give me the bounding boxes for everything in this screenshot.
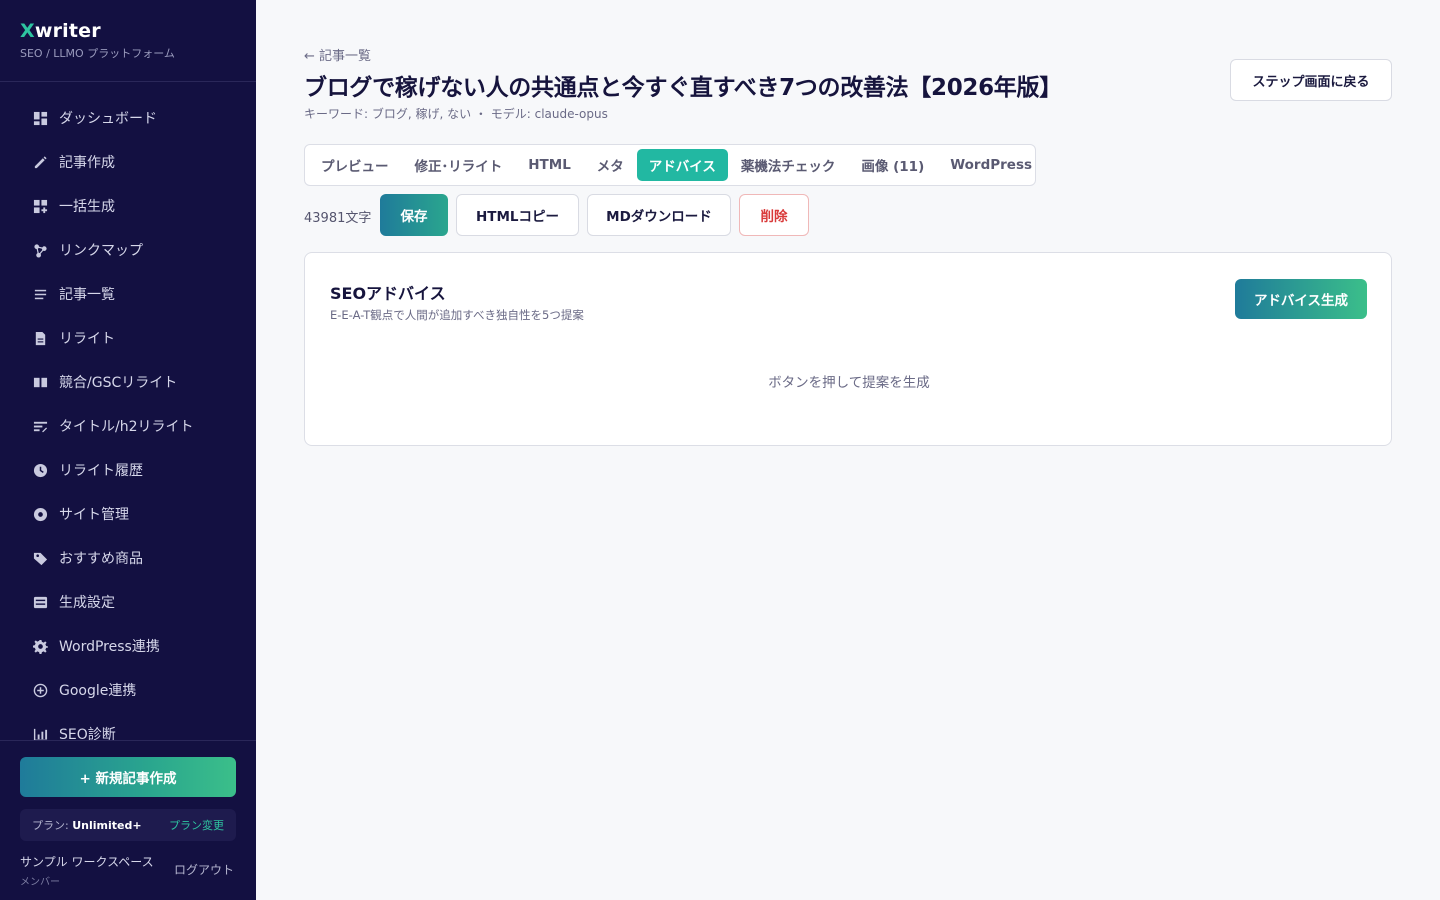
plan-box: プラン: Unlimited+ プラン変更 xyxy=(20,809,236,841)
document-icon xyxy=(32,330,48,346)
sidebar-item-label: 競合/GSCリライト xyxy=(59,375,178,391)
plus-circle-icon xyxy=(32,682,48,698)
sidebar-item-rewrite-history[interactable]: リライト履歴 xyxy=(0,448,256,492)
sidebar-item-title-h2-rewrite[interactable]: タイトル/h2リライト xyxy=(0,404,256,448)
sidebar-item-wordpress-integration[interactable]: WordPress連携 xyxy=(0,624,256,668)
title-edit-icon xyxy=(32,418,48,434)
save-button[interactable]: 保存 xyxy=(380,194,448,236)
md-download-button[interactable]: MDダウンロード xyxy=(587,194,731,236)
new-article-button[interactable]: + 新規記事作成 xyxy=(20,757,236,797)
sidebar-item-site-management[interactable]: サイト管理 xyxy=(0,492,256,536)
sidebar-item-article-list[interactable]: 記事一覧 xyxy=(0,272,256,316)
sidebar-item-competitor-gsc-rewrite[interactable]: 競合/GSCリライト xyxy=(0,360,256,404)
list-icon xyxy=(32,286,48,302)
generate-advice-button[interactable]: アドバイス生成 xyxy=(1235,279,1367,319)
sidebar-item-label: 生成設定 xyxy=(59,595,115,611)
tag-icon xyxy=(32,550,48,566)
divider xyxy=(0,740,256,741)
sidebar-item-label: SEO診断 xyxy=(59,727,116,740)
sidebar-item-link-map[interactable]: リンクマップ xyxy=(0,228,256,272)
sidebar-item-label: リライト履歴 xyxy=(59,463,143,479)
book-open-icon xyxy=(32,374,48,390)
seo-advice-card: SEOアドバイス E-E-A-T観点で人間が追加すべき独自性を5つ提案 アドバイ… xyxy=(304,252,1392,446)
sidebar-item-label: 記事一覧 xyxy=(59,287,115,303)
html-copy-button[interactable]: HTMLコピー xyxy=(456,194,579,236)
sidebar-item-label: おすすめ商品 xyxy=(59,551,143,567)
tab-html[interactable]: HTML xyxy=(515,149,584,181)
tab-images[interactable]: 画像 (11) xyxy=(848,149,937,181)
sidebar-item-label: サイト管理 xyxy=(59,507,129,523)
grid-plus-icon xyxy=(32,198,48,214)
gear-icon xyxy=(32,638,48,654)
tab-advice[interactable]: アドバイス xyxy=(636,149,728,181)
back-to-step-button[interactable]: ステップ画面に戻る xyxy=(1230,59,1392,101)
sidebar-item-label: 記事作成 xyxy=(59,155,115,171)
tab-edit-rewrite[interactable]: 修正･リライト xyxy=(402,149,516,181)
tab-pharma-law-check[interactable]: 薬機法チェック xyxy=(728,149,849,181)
article-tabs: プレビュー 修正･リライト HTML メタ アドバイス 薬機法チェック 画像 (… xyxy=(304,144,1036,186)
card-title: SEOアドバイス xyxy=(330,284,446,303)
sidebar-nav: ダッシュボード 記事作成 一括生成 リンクマップ 記事一覧 リライト 競合/GS… xyxy=(0,96,256,740)
site-icon xyxy=(32,506,48,522)
settings-box-icon xyxy=(32,594,48,610)
sidebar-item-dashboard[interactable]: ダッシュボード xyxy=(0,96,256,140)
delete-button[interactable]: 削除 xyxy=(739,194,809,236)
plan-label: プラン: xyxy=(32,819,73,832)
sidebar-item-recommended-products[interactable]: おすすめ商品 xyxy=(0,536,256,580)
sidebar-item-label: ダッシュボード xyxy=(59,111,157,127)
article-meta: キーワード: ブログ, 稼げ, ない ・ モデル: claude-opus xyxy=(304,107,608,121)
sidebar-item-label: Google連携 xyxy=(59,683,137,699)
app-logo[interactable]: Xwriter xyxy=(20,20,175,42)
divider xyxy=(0,81,256,82)
logout-link[interactable]: ログアウト xyxy=(174,861,234,878)
network-icon xyxy=(32,242,48,258)
chart-icon xyxy=(32,726,48,740)
character-count: 43981文字 xyxy=(304,211,372,226)
brand-subtitle: SEO / LLMO プラットフォーム xyxy=(20,47,175,60)
back-to-article-list-link[interactable]: ← 記事一覧 xyxy=(304,45,371,64)
sidebar-item-rewrite[interactable]: リライト xyxy=(0,316,256,360)
sidebar-item-label: タイトル/h2リライト xyxy=(59,419,194,435)
dashboard-icon xyxy=(32,110,48,126)
pencil-icon xyxy=(32,154,48,170)
sidebar-item-create-article[interactable]: 記事作成 xyxy=(0,140,256,184)
plan-info: プラン: Unlimited+ xyxy=(32,817,142,833)
empty-state-message: ボタンを押して提案を生成 xyxy=(768,375,930,391)
change-plan-link[interactable]: プラン変更 xyxy=(169,817,224,833)
tab-preview[interactable]: プレビュー xyxy=(308,149,402,181)
sidebar-item-label: リライト xyxy=(59,331,115,347)
sidebar-item-bulk-generate[interactable]: 一括生成 xyxy=(0,184,256,228)
tab-wordpress[interactable]: WordPress xyxy=(937,149,1045,181)
workspace-info: サンプル ワークスペース メンバー xyxy=(20,853,154,888)
sidebar-item-label: 一括生成 xyxy=(59,199,115,215)
sidebar: Xwriter SEO / LLMO プラットフォーム ダッシュボード 記事作成… xyxy=(0,0,256,900)
plan-value: Unlimited+ xyxy=(72,819,142,832)
sidebar-item-google-integration[interactable]: Google連携 xyxy=(0,668,256,712)
tab-meta[interactable]: メタ xyxy=(584,149,637,181)
page-title: ブログで稼げない人の共通点と今すぐ直すべき7つの改善法【2026年版】 xyxy=(304,75,1062,101)
clock-icon xyxy=(32,462,48,478)
sidebar-item-label: リンクマップ xyxy=(59,243,143,259)
brand: Xwriter SEO / LLMO プラットフォーム xyxy=(20,20,175,61)
sidebar-item-generation-settings[interactable]: 生成設定 xyxy=(0,580,256,624)
sidebar-item-label: WordPress連携 xyxy=(59,639,160,655)
card-subtitle: E-E-A-T観点で人間が追加すべき独自性を5つ提案 xyxy=(330,308,584,322)
sidebar-item-seo-diagnosis[interactable]: SEO診断 xyxy=(0,712,256,740)
workspace-role: メンバー xyxy=(20,877,60,888)
workspace-name: サンプル ワークスペース xyxy=(20,855,154,869)
